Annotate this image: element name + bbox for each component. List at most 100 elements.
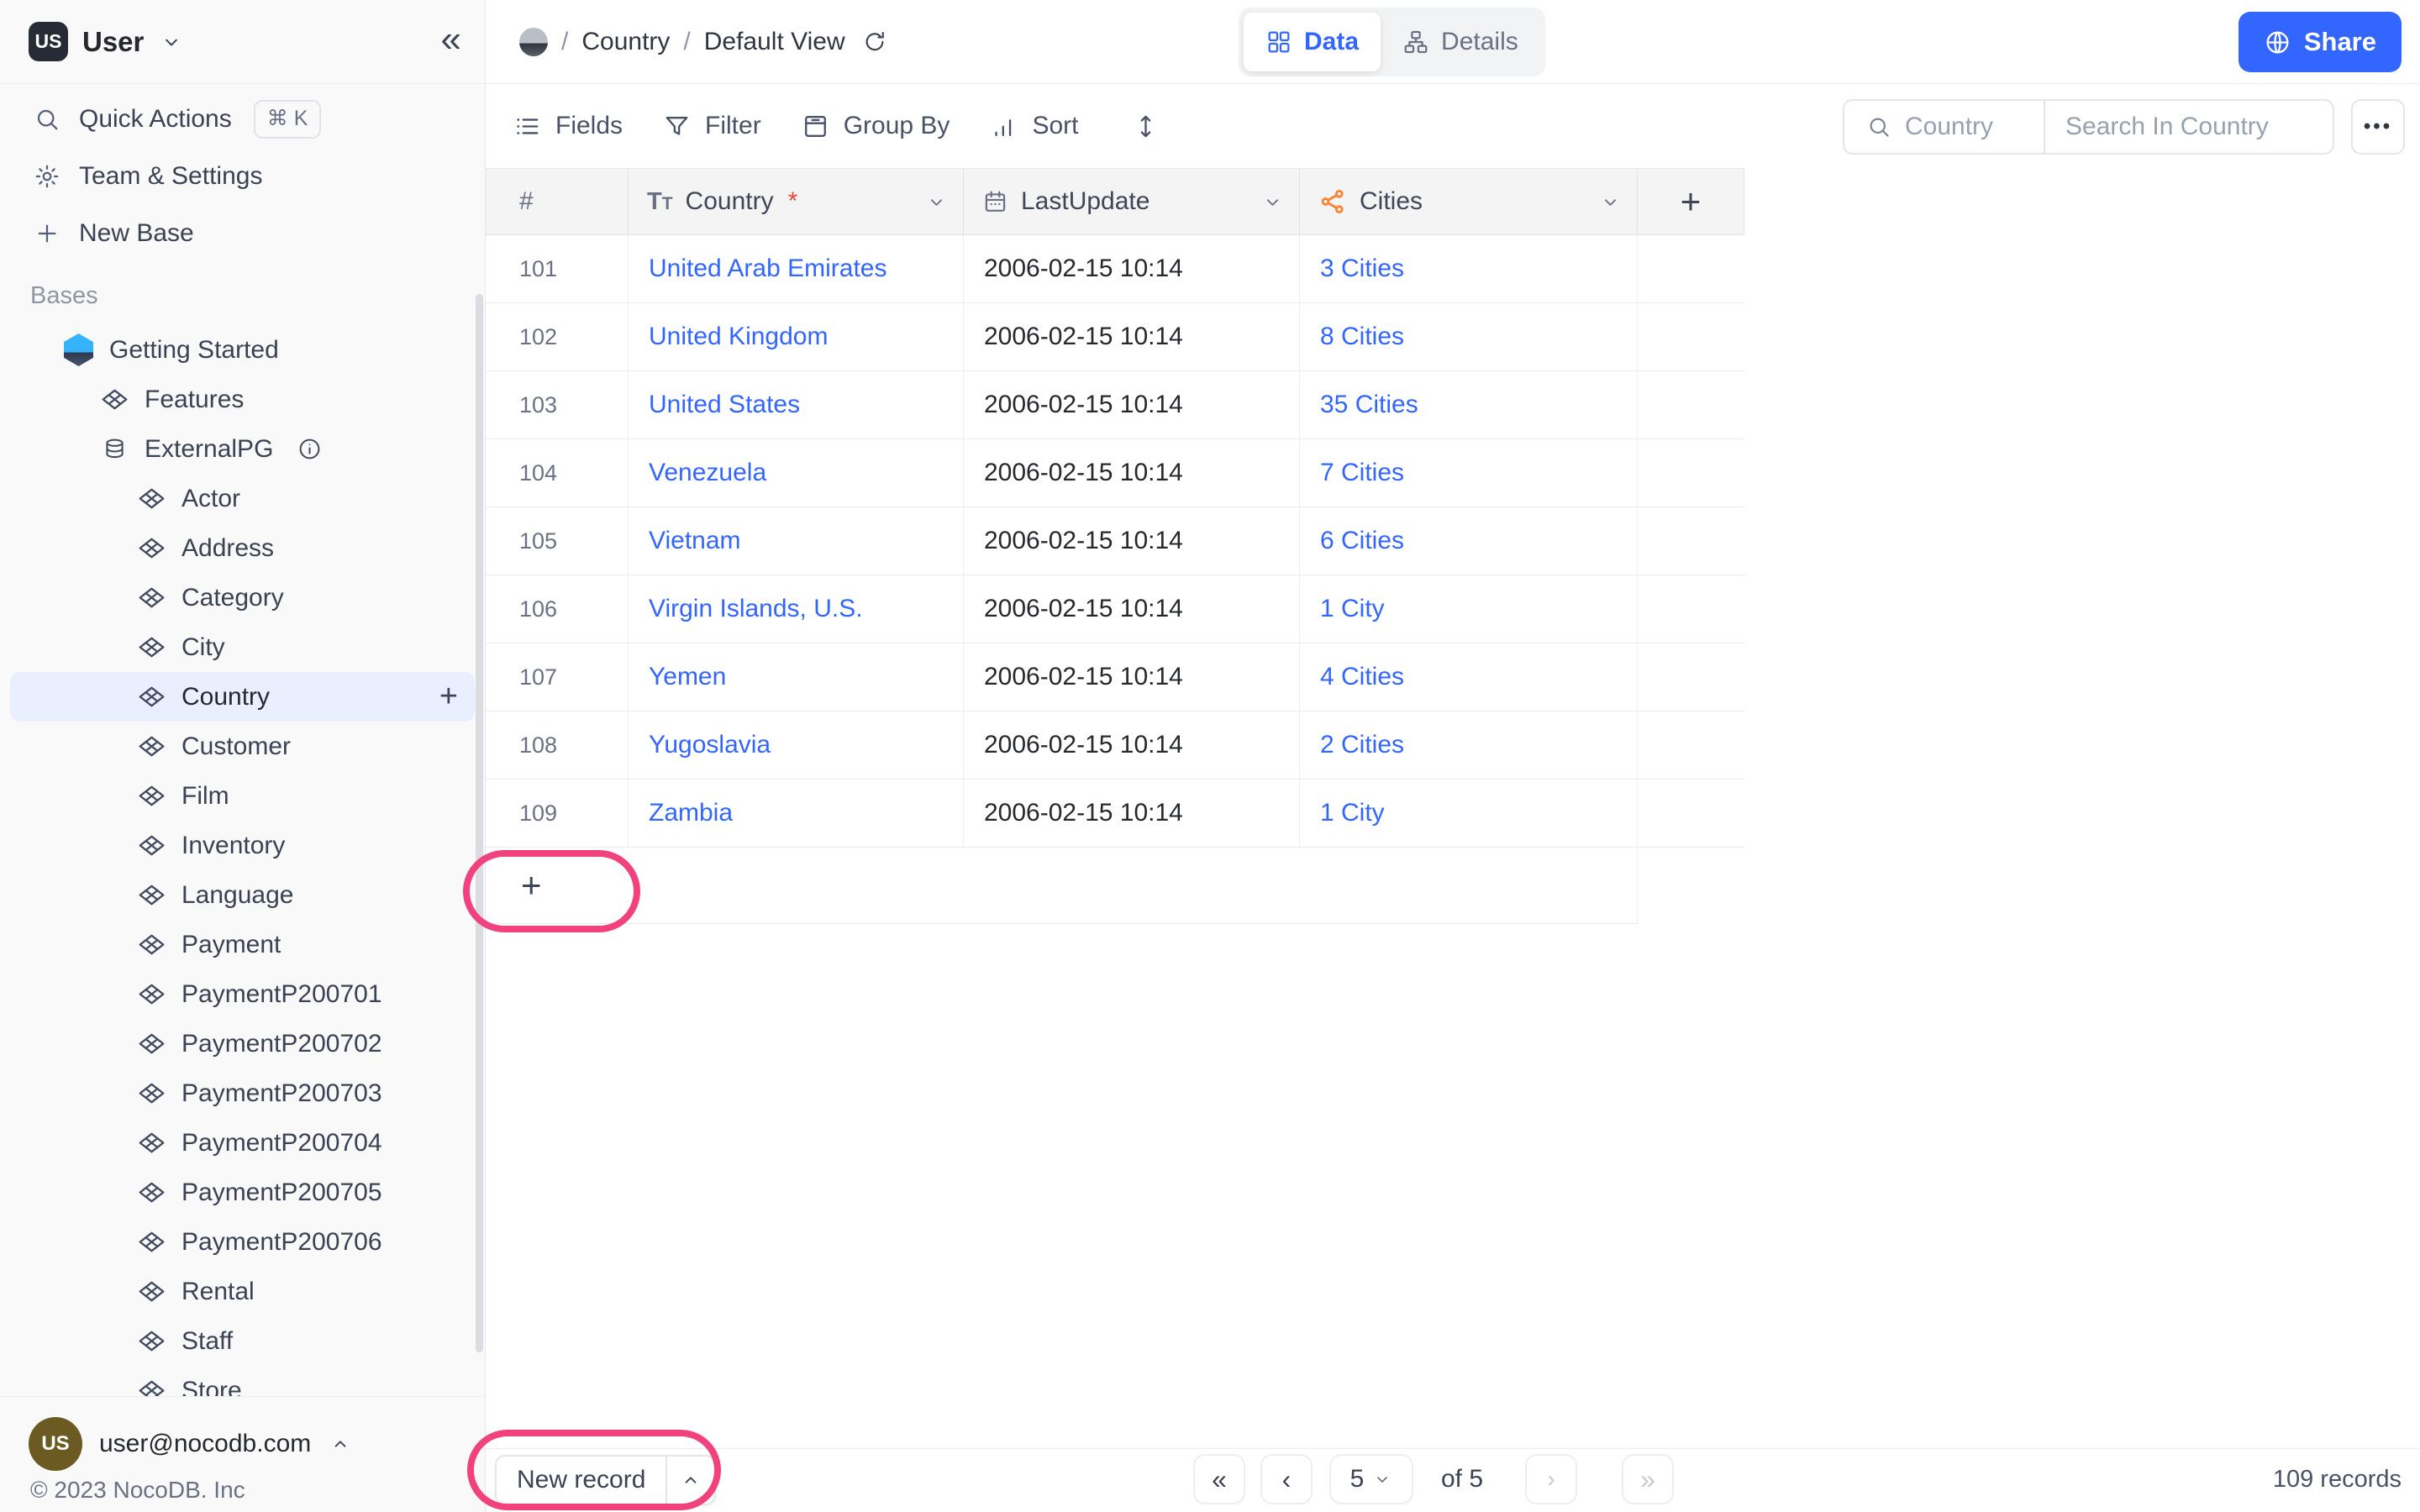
lastupdate-cell[interactable]: 2006-02-15 10:14	[964, 643, 1300, 711]
create-view-plus-icon[interactable]: +	[439, 679, 458, 715]
tab-details[interactable]: Details	[1381, 13, 1540, 71]
sort-button[interactable]: Sort	[990, 112, 1078, 140]
team-settings-button[interactable]: Team & Settings	[0, 148, 485, 205]
fields-button[interactable]: Fields	[513, 112, 623, 140]
add-column-button[interactable]: +	[1638, 169, 1744, 234]
user-account-row[interactable]: US user@nocodb.com	[0, 1396, 485, 1471]
sidebar-item-store[interactable]: Store	[10, 1366, 475, 1396]
add-row-button[interactable]: +	[486, 848, 1638, 924]
breadcrumb-table[interactable]: Country	[581, 28, 670, 56]
filter-button[interactable]: Filter	[663, 112, 761, 140]
search-icon	[1866, 114, 1891, 139]
new-record-button[interactable]: New record	[495, 1455, 716, 1505]
pagination-first-button[interactable]: «	[1193, 1454, 1245, 1504]
country-cell[interactable]: United Arab Emirates	[629, 235, 964, 302]
cities-link-cell[interactable]: 8 Cities	[1300, 303, 1638, 370]
workspace-avatar[interactable]: US	[29, 22, 68, 61]
required-asterisk: *	[788, 187, 798, 216]
pagination-next-button[interactable]: ›	[1525, 1454, 1577, 1504]
table-icon	[138, 536, 166, 560]
country-cell[interactable]: Vietnam	[629, 507, 964, 575]
pagination-last-button[interactable]: »	[1622, 1454, 1674, 1504]
country-cell[interactable]: Venezuela	[629, 439, 964, 507]
sidebar-item-staff[interactable]: Staff	[10, 1316, 475, 1366]
sidebar-source-externalpg[interactable]: ExternalPG	[10, 424, 475, 474]
sidebar-item-paymentp200703[interactable]: PaymentP200703	[10, 1068, 475, 1118]
pagination-prev-button[interactable]: ‹	[1260, 1454, 1313, 1504]
sidebar-item-paymentp200701[interactable]: PaymentP200701	[10, 969, 475, 1019]
chevron-down-icon[interactable]	[1599, 191, 1622, 213]
sidebar-base-getting-started[interactable]: Getting Started	[10, 325, 475, 375]
row-number: 101	[486, 235, 629, 302]
country-cell[interactable]: Yemen	[629, 643, 964, 711]
column-header-lastupdate[interactable]: LastUpdate	[964, 169, 1300, 234]
country-cell[interactable]: Virgin Islands, U.S.	[629, 575, 964, 643]
sidebar-collapse-button[interactable]: «	[441, 21, 461, 63]
cities-link-cell[interactable]: 4 Cities	[1300, 643, 1638, 711]
lastupdate-cell[interactable]: 2006-02-15 10:14	[964, 575, 1300, 643]
workspace-name[interactable]: User	[82, 26, 144, 58]
row-height-button[interactable]	[1132, 113, 1160, 140]
lastupdate-cell[interactable]: 2006-02-15 10:14	[964, 439, 1300, 507]
user-avatar[interactable]: US	[29, 1417, 82, 1471]
lastupdate-cell[interactable]: 2006-02-15 10:14	[964, 711, 1300, 779]
table-label: Inventory	[182, 832, 285, 860]
chevron-down-icon[interactable]	[1261, 191, 1284, 213]
sidebar-item-film[interactable]: Film	[10, 771, 475, 821]
column-header-row-number[interactable]: #	[486, 169, 629, 234]
lastupdate-cell[interactable]: 2006-02-15 10:14	[964, 371, 1300, 438]
country-cell[interactable]: United Kingdom	[629, 303, 964, 370]
lastupdate-cell[interactable]: 2006-02-15 10:14	[964, 780, 1300, 847]
country-cell[interactable]: United States	[629, 371, 964, 438]
column-header-cities[interactable]: Cities	[1300, 169, 1638, 234]
chevron-down-icon[interactable]	[925, 191, 948, 213]
plus-icon	[34, 220, 60, 247]
tab-data[interactable]: Data	[1244, 13, 1381, 71]
sidebar-item-category[interactable]: Category	[10, 573, 475, 622]
search-input[interactable]	[2045, 113, 2323, 141]
refresh-icon[interactable]	[862, 29, 887, 55]
data-grid: # TT Country * LastUpdate Cities + 101 U…	[486, 168, 1744, 924]
toolbar-more-button[interactable]: •••	[2351, 99, 2405, 155]
cities-link-cell[interactable]: 1 City	[1300, 780, 1638, 847]
group-by-button[interactable]: Group By	[802, 112, 950, 140]
cities-link-cell[interactable]: 1 City	[1300, 575, 1638, 643]
lastupdate-cell[interactable]: 2006-02-15 10:14	[964, 303, 1300, 370]
sidebar-item-customer[interactable]: Customer	[10, 722, 475, 771]
cities-link-cell[interactable]: 35 Cities	[1300, 371, 1638, 438]
sidebar-item-language[interactable]: Language	[10, 870, 475, 920]
sidebar-item-paymentp200702[interactable]: PaymentP200702	[10, 1019, 475, 1068]
country-cell[interactable]: Yugoslavia	[629, 711, 964, 779]
share-button[interactable]: Share	[2238, 12, 2402, 72]
footer-bar: New record « ‹ 5 of 5 › » 109 records	[486, 1448, 2420, 1512]
lastupdate-cell[interactable]: 2006-02-15 10:14	[964, 235, 1300, 302]
cities-link-cell[interactable]: 7 Cities	[1300, 439, 1638, 507]
sidebar-item-address[interactable]: Address	[10, 523, 475, 573]
country-cell[interactable]: Zambia	[629, 780, 964, 847]
new-base-button[interactable]: New Base	[0, 205, 485, 262]
breadcrumb-view[interactable]: Default View	[704, 28, 845, 56]
sidebar-item-payment[interactable]: Payment	[10, 920, 475, 969]
new-record-expand-button[interactable]	[666, 1457, 714, 1504]
sidebar-item-country[interactable]: Country +	[10, 672, 475, 722]
column-header-country[interactable]: TT Country *	[629, 169, 964, 234]
sidebar-item-paymentp200704[interactable]: PaymentP200704	[10, 1118, 475, 1168]
search-scope-selector[interactable]: Country	[1844, 101, 2045, 153]
sidebar-item-paymentp200705[interactable]: PaymentP200705	[10, 1168, 475, 1217]
sidebar-item-city[interactable]: City	[10, 622, 475, 672]
lastupdate-cell[interactable]: 2006-02-15 10:14	[964, 507, 1300, 575]
sidebar-item-rental[interactable]: Rental	[10, 1267, 475, 1316]
info-icon[interactable]	[296, 437, 324, 461]
cities-link-cell[interactable]: 2 Cities	[1300, 711, 1638, 779]
page-number-selector[interactable]: 5	[1329, 1454, 1413, 1504]
sidebar-item-paymentp200706[interactable]: PaymentP200706	[10, 1217, 475, 1267]
sidebar-scrollbar[interactable]	[476, 294, 483, 1352]
sidebar-item-inventory[interactable]: Inventory	[10, 821, 475, 870]
quick-actions-button[interactable]: Quick Actions ⌘ K	[0, 91, 485, 148]
cities-link-cell[interactable]: 6 Cities	[1300, 507, 1638, 575]
sidebar-item-actor[interactable]: Actor	[10, 474, 475, 523]
cities-link-cell[interactable]: 3 Cities	[1300, 235, 1638, 302]
new-record-label[interactable]: New record	[497, 1457, 666, 1504]
sidebar-item-features[interactable]: Features	[10, 375, 475, 424]
table-label: PaymentP200701	[182, 980, 382, 1009]
